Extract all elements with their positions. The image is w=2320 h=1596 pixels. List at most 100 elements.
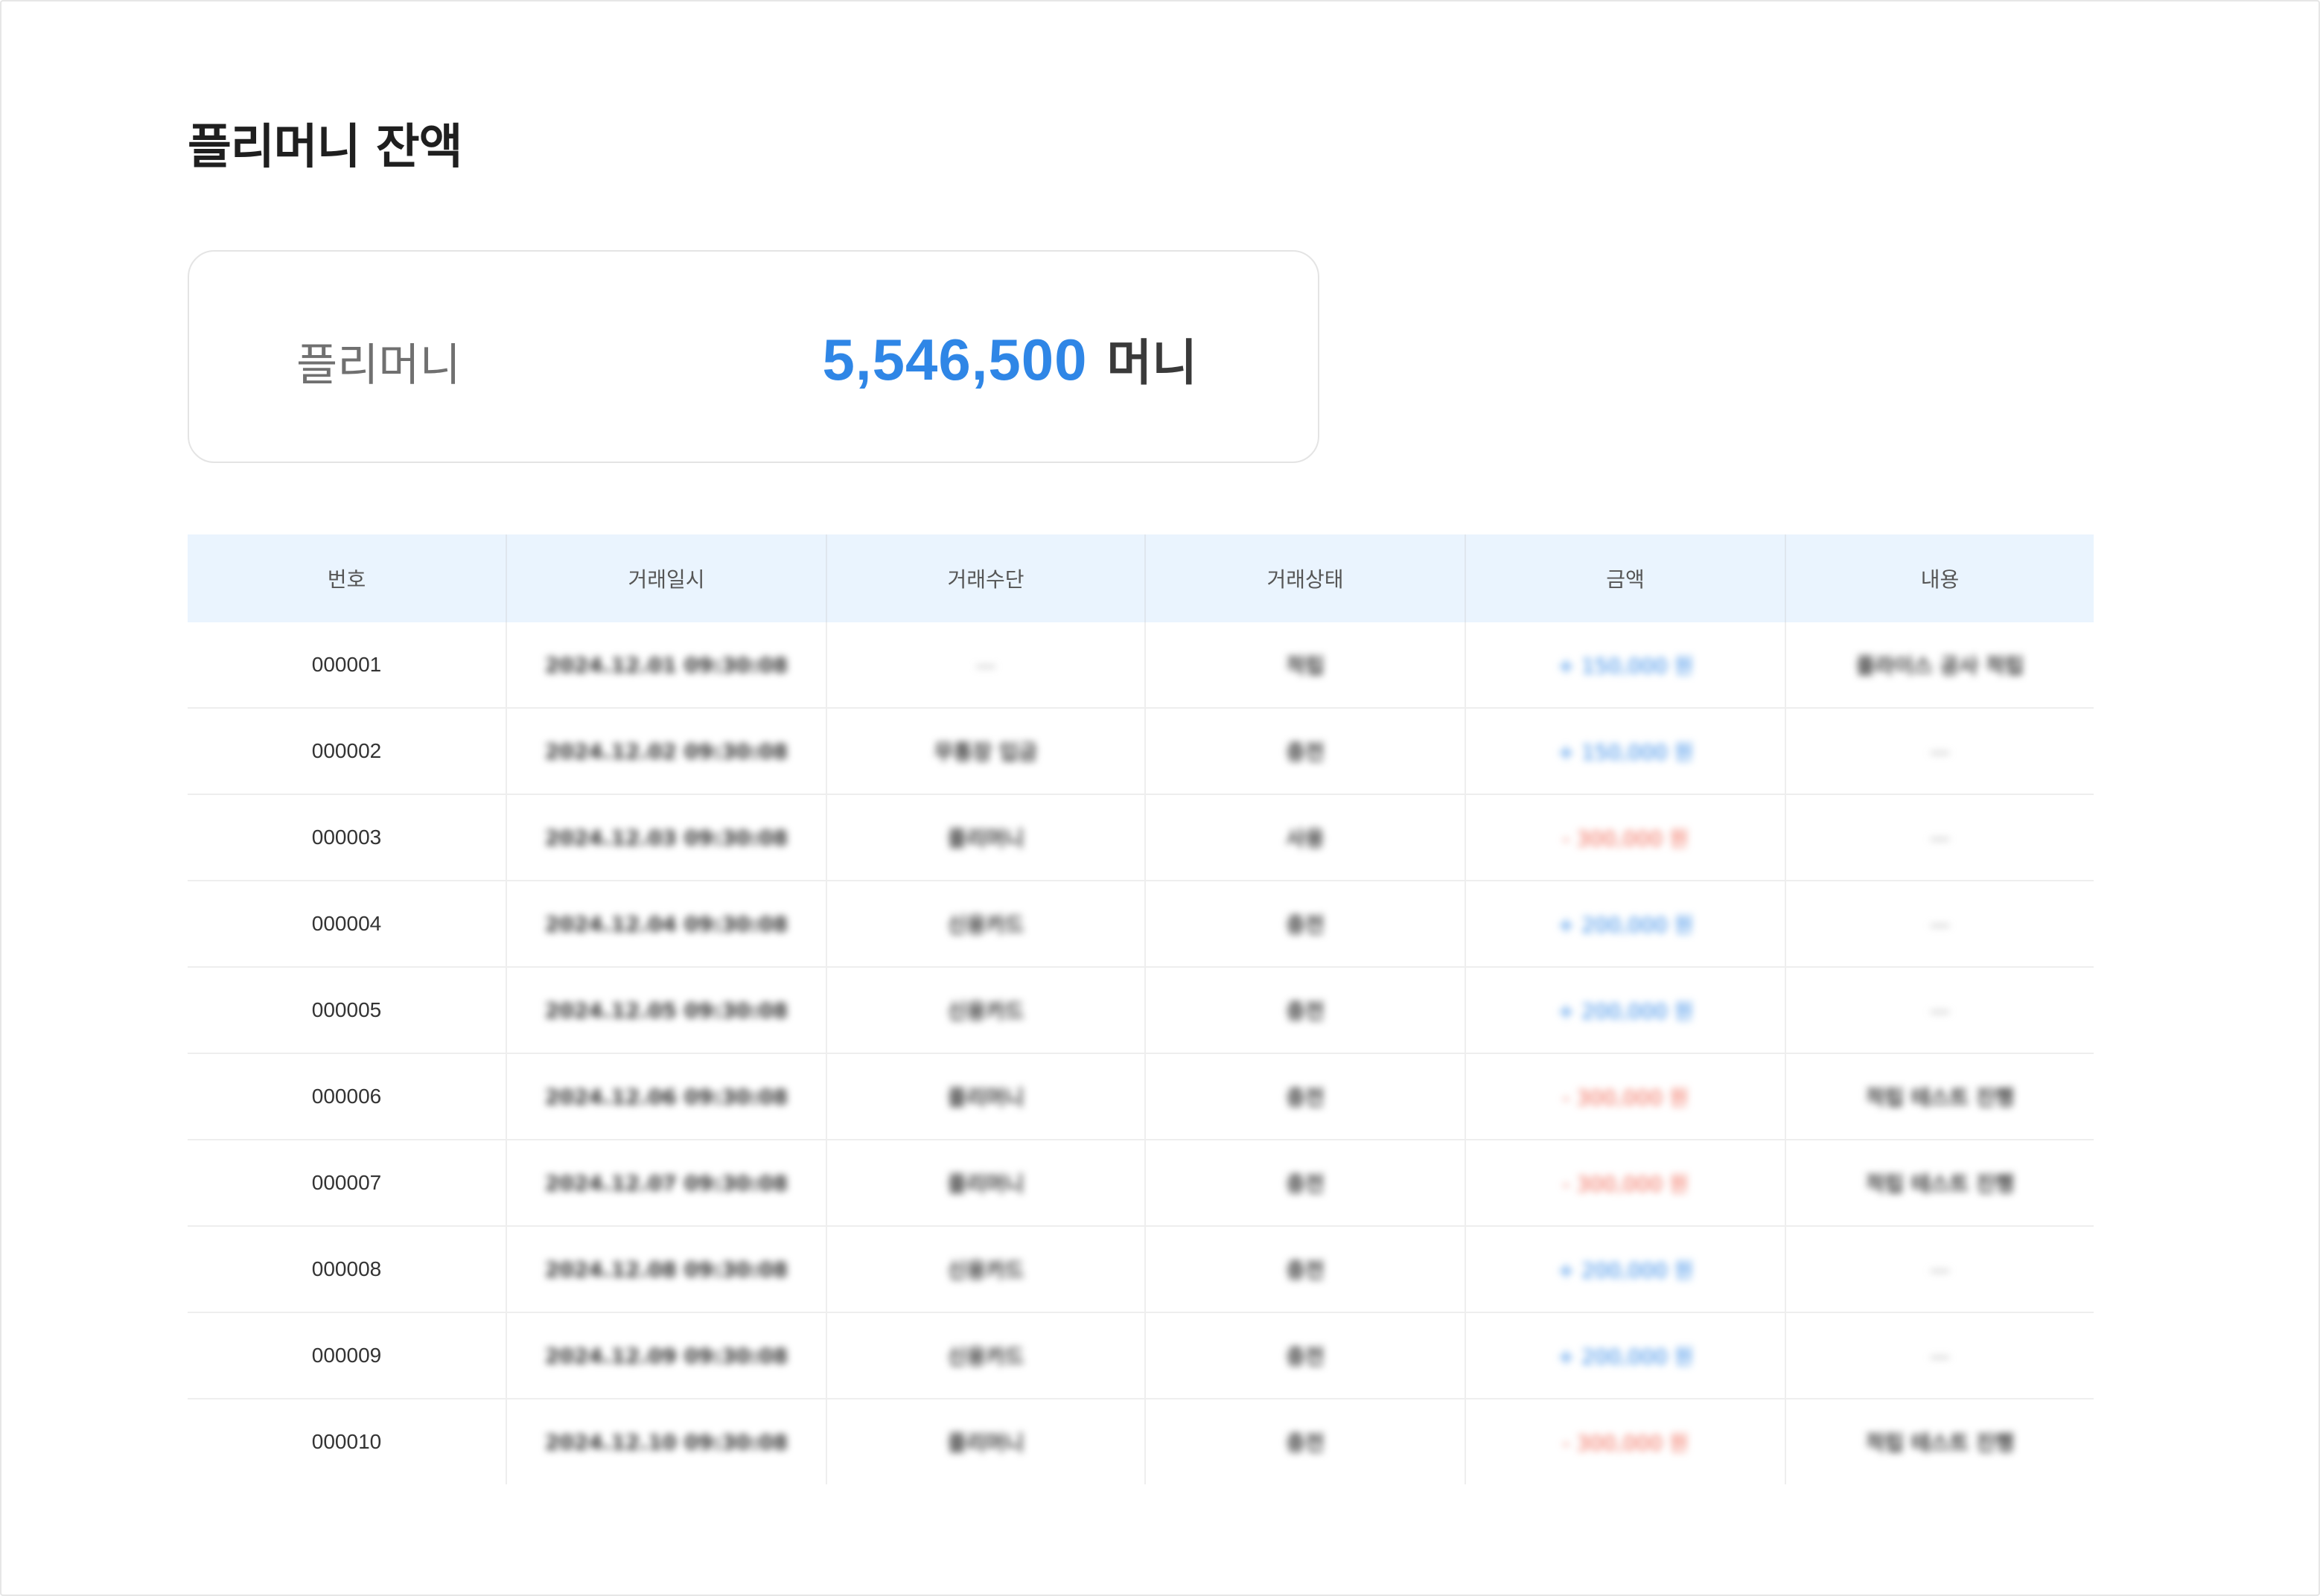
row-amount-text: - 300,000 원 bbox=[1562, 1085, 1689, 1110]
row-method-text: 신용카드 bbox=[947, 913, 1024, 937]
row-status: 충전 bbox=[1145, 1053, 1466, 1140]
table-row[interactable]: 000004 2024.12.04 09:30:08 신용카드 충전 + 200,000… bbox=[188, 881, 2094, 968]
header-datetime: 거래일시 bbox=[506, 534, 827, 622]
row-note: — bbox=[1785, 881, 2094, 968]
row-datetime: 2024.12.06 09:30:08 bbox=[506, 1053, 827, 1140]
row-note: — bbox=[1785, 1226, 2094, 1313]
row-amount-text: - 300,000 원 bbox=[1562, 826, 1689, 851]
row-status: 충전 bbox=[1145, 1140, 1466, 1227]
row-method: 플리머니 bbox=[826, 1053, 1146, 1140]
row-method-text: 플리머니 bbox=[947, 1085, 1024, 1110]
row-status-text: 충전 bbox=[1286, 1258, 1325, 1283]
row-amount-text: + 150,000 원 bbox=[1557, 740, 1694, 765]
row-amount: - 300,000 원 bbox=[1465, 1399, 1786, 1484]
row-status-text: 사용 bbox=[1286, 826, 1325, 851]
row-method: 플리머니 bbox=[826, 794, 1146, 881]
row-amount: + 200,000 원 bbox=[1465, 967, 1786, 1054]
row-note-text: 플라이스 공사 적립 bbox=[1855, 654, 2024, 678]
row-no: 000005 bbox=[188, 967, 507, 1054]
row-status-text: 충전 bbox=[1286, 913, 1325, 937]
row-amount: + 200,000 원 bbox=[1465, 1226, 1786, 1313]
row-note: 적립 테스트 진행 bbox=[1785, 1053, 2094, 1140]
row-no: 000006 bbox=[188, 1053, 507, 1140]
row-status: 충전 bbox=[1145, 881, 1466, 968]
header-method: 거래수단 bbox=[826, 534, 1146, 622]
row-status-text: 충전 bbox=[1286, 999, 1325, 1024]
row-no: 000004 bbox=[188, 881, 507, 968]
balance-unit: 머니 bbox=[1106, 334, 1197, 392]
table-row[interactable]: 000002 2024.12.02 09:30:08 무통장 입금 충전 + 150,0… bbox=[188, 708, 2094, 795]
row-status: 충전 bbox=[1145, 1312, 1466, 1399]
row-note-text: — bbox=[1929, 825, 1951, 850]
row-datetime-text: 2024.12.03 09:30:08 bbox=[544, 825, 788, 850]
row-datetime: 2024.12.05 09:30:08 bbox=[506, 967, 827, 1054]
header-no: 번호 bbox=[188, 534, 507, 622]
row-no: 000002 bbox=[188, 708, 507, 795]
balance-card: 플리머니 5,546,500 머니 bbox=[188, 250, 1319, 463]
row-method: — bbox=[826, 622, 1146, 709]
row-amount: + 150,000 원 bbox=[1465, 622, 1786, 709]
table-row[interactable]: 000001 2024.12.01 09:30:08 — 적립 + 150,000 원 플… bbox=[188, 622, 2094, 709]
row-no: 000003 bbox=[188, 794, 507, 881]
row-status: 충전 bbox=[1145, 1399, 1466, 1484]
row-note: 플라이스 공사 적립 bbox=[1785, 622, 2094, 709]
table-row[interactable]: 000008 2024.12.08 09:30:08 신용카드 충전 + 200,000… bbox=[188, 1226, 2094, 1313]
table-row[interactable]: 000006 2024.12.06 09:30:08 플리머니 충전 - 300,000… bbox=[188, 1053, 2094, 1140]
row-method-text: 무통장 입금 bbox=[934, 740, 1038, 765]
row-note-text: 적립 테스트 진행 bbox=[1865, 1172, 2015, 1196]
row-no: 000001 bbox=[188, 622, 507, 709]
row-note: — bbox=[1785, 967, 2094, 1054]
row-method-text: 신용카드 bbox=[947, 999, 1024, 1024]
row-status-text: 충전 bbox=[1286, 1085, 1325, 1110]
table-row[interactable]: 000009 2024.12.09 09:30:08 신용카드 충전 + 200,000… bbox=[188, 1312, 2094, 1399]
row-no: 000007 bbox=[188, 1140, 507, 1227]
row-no-text: 000005 bbox=[311, 998, 382, 1021]
row-note: 적립 테스트 진행 bbox=[1785, 1399, 2094, 1484]
row-status: 충전 bbox=[1145, 967, 1466, 1054]
row-method-text: 플리머니 bbox=[947, 826, 1024, 851]
row-status: 사용 bbox=[1145, 794, 1466, 881]
row-no: 000009 bbox=[188, 1312, 507, 1399]
row-method-text: 플리머니 bbox=[947, 1431, 1024, 1455]
row-note-text: — bbox=[1929, 738, 1951, 764]
table-header-row: 번호 거래일시 거래수단 거래상태 금액 내용 bbox=[188, 534, 2094, 622]
header-status: 거래상태 bbox=[1145, 534, 1466, 622]
row-amount: + 200,000 원 bbox=[1465, 881, 1786, 968]
row-amount: - 300,000 원 bbox=[1465, 1053, 1786, 1140]
row-note-text: — bbox=[1929, 1343, 1951, 1368]
row-amount: + 200,000 원 bbox=[1465, 1312, 1786, 1399]
row-amount-text: + 150,000 원 bbox=[1557, 654, 1694, 678]
table-row[interactable]: 000005 2024.12.05 09:30:08 신용카드 충전 + 200,000… bbox=[188, 967, 2094, 1054]
row-method: 플리머니 bbox=[826, 1399, 1146, 1484]
row-no-text: 000006 bbox=[311, 1085, 382, 1108]
row-method: 플리머니 bbox=[826, 1140, 1146, 1227]
row-no: 000010 bbox=[188, 1399, 507, 1484]
row-method-text: 신용카드 bbox=[947, 1258, 1024, 1283]
row-status-text: 충전 bbox=[1286, 740, 1325, 765]
row-datetime-text: 2024.12.07 09:30:08 bbox=[544, 1170, 788, 1196]
table-row[interactable]: 000010 2024.12.10 09:30:08 플리머니 충전 - 300,000… bbox=[188, 1399, 2094, 1484]
row-note: — bbox=[1785, 1312, 2094, 1399]
row-amount-text: + 200,000 원 bbox=[1557, 1344, 1694, 1369]
page-title: 플리머니 잔액 bbox=[188, 120, 463, 175]
row-datetime: 2024.12.07 09:30:08 bbox=[506, 1140, 827, 1227]
table-row[interactable]: 000007 2024.12.07 09:30:08 플리머니 충전 - 300,000… bbox=[188, 1140, 2094, 1227]
row-note-text: — bbox=[1929, 998, 1951, 1023]
row-datetime: 2024.12.02 09:30:08 bbox=[506, 708, 827, 795]
row-no-text: 000008 bbox=[311, 1257, 382, 1280]
row-status: 충전 bbox=[1145, 708, 1466, 795]
row-datetime: 2024.12.04 09:30:08 bbox=[506, 881, 827, 968]
row-method-text: 플리머니 bbox=[947, 1172, 1024, 1196]
row-datetime-text: 2024.12.10 09:30:08 bbox=[544, 1429, 788, 1455]
row-no-text: 000002 bbox=[311, 739, 382, 762]
row-method: 무통장 입금 bbox=[826, 708, 1146, 795]
table-row[interactable]: 000003 2024.12.03 09:30:08 플리머니 사용 - 300,000… bbox=[188, 794, 2094, 881]
row-amount: - 300,000 원 bbox=[1465, 1140, 1786, 1227]
row-datetime-text: 2024.12.02 09:30:08 bbox=[544, 738, 788, 764]
row-no: 000008 bbox=[188, 1226, 507, 1313]
row-method-text: — bbox=[975, 652, 996, 677]
row-note-text: — bbox=[1929, 1257, 1951, 1282]
row-no-text: 000003 bbox=[311, 826, 382, 849]
header-note: 내용 bbox=[1785, 534, 2094, 622]
row-note: — bbox=[1785, 708, 2094, 795]
